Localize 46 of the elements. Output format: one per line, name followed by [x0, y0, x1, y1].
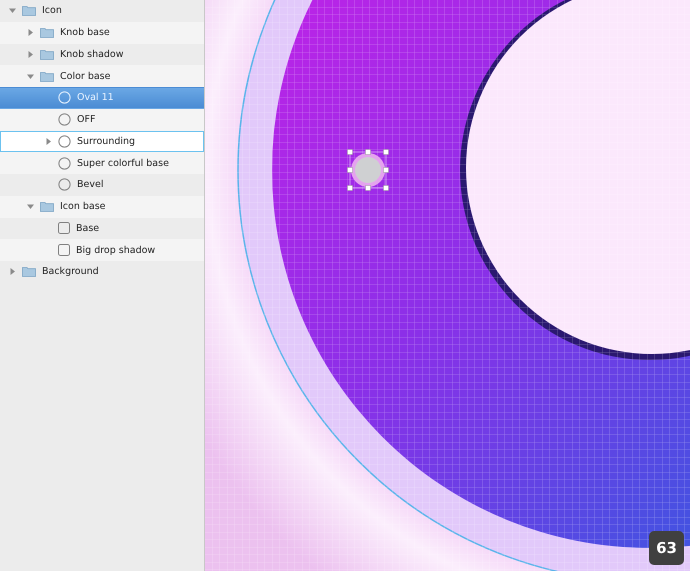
folder-icon	[40, 201, 54, 212]
rectangle-icon	[58, 244, 70, 256]
layer-row[interactable]: Icon	[0, 0, 204, 22]
layer-name: Surrounding	[77, 136, 136, 147]
oval-icon	[58, 134, 71, 148]
layer-name: Color base	[60, 70, 110, 82]
disclosure-triangle-icon[interactable]	[9, 268, 16, 276]
disclosure-triangle-icon[interactable]	[27, 72, 34, 80]
layer-name: OFF	[77, 114, 96, 126]
layer-row[interactable]: Super colorful base	[0, 152, 204, 174]
folder-icon	[40, 48, 54, 60]
folder-icon	[22, 5, 36, 16]
rectangle-icon	[58, 222, 70, 234]
layer-name: Icon	[42, 5, 62, 16]
disclosure-triangle-icon[interactable]	[45, 138, 52, 145]
layer-row[interactable]: Big drop shadow	[0, 239, 204, 261]
folder-icon	[40, 70, 54, 82]
layer-name: Background	[42, 266, 99, 278]
layer-row[interactable]: Icon base	[0, 196, 204, 218]
layer-name: Knob base	[60, 27, 110, 38]
layer-name: Icon base	[60, 201, 106, 212]
layer-name: Bevel	[77, 179, 104, 190]
layer-name: Base	[76, 222, 100, 234]
disclosure-triangle-icon[interactable]	[27, 203, 34, 210]
layer-row[interactable]: Bevel	[0, 174, 204, 196]
layer-name: Oval 11	[77, 92, 114, 104]
folder-icon	[40, 27, 54, 38]
disclosure-triangle-icon[interactable]	[9, 7, 16, 14]
layer-row[interactable]: Surrounding	[0, 130, 204, 152]
disclosure-triangle-icon[interactable]	[27, 29, 34, 36]
oval-icon	[58, 156, 71, 170]
disclosure-triangle-icon[interactable]	[27, 50, 34, 58]
layer-row[interactable]: Knob base	[0, 22, 204, 44]
layer-row[interactable]: Color base	[0, 65, 204, 87]
layer-row[interactable]: OFF	[0, 108, 204, 130]
oval-icon	[58, 113, 71, 126]
layer-name: Knob shadow	[60, 48, 124, 60]
layer-name: Big drop shadow	[76, 244, 156, 256]
zoom-level-badge: 63	[649, 531, 684, 565]
folder-icon	[22, 266, 36, 278]
layer-row[interactable]: Knob shadow	[0, 44, 204, 66]
layer-name: Super colorful base	[77, 158, 169, 169]
oval-icon	[58, 178, 71, 192]
layer-row[interactable]: Background	[0, 261, 204, 283]
oval-icon	[58, 91, 71, 104]
layer-row[interactable]: Base	[0, 218, 204, 240]
